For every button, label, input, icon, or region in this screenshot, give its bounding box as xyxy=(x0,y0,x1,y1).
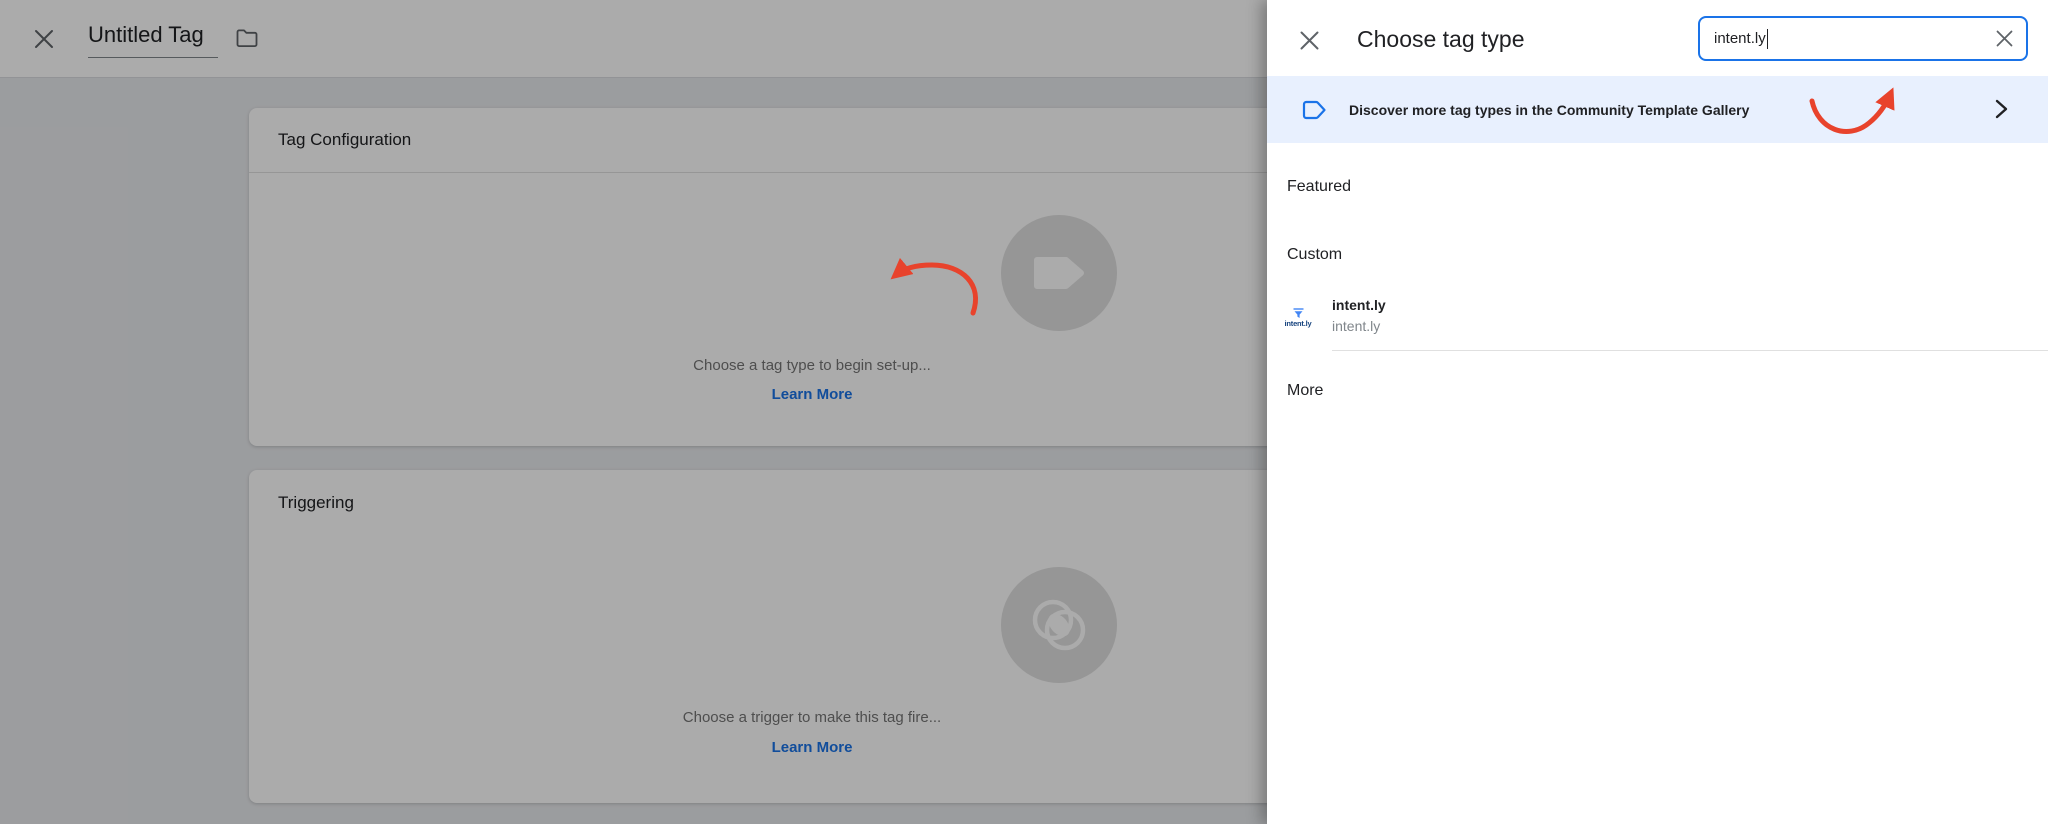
choose-tag-type-panel: Choose tag type intent.ly Discover more … xyxy=(1267,0,2048,824)
search-input-value: intent.ly xyxy=(1714,30,1766,47)
funnel-icon xyxy=(1293,308,1303,318)
section-featured: Featured xyxy=(1287,178,1352,195)
gallery-tag-icon xyxy=(1301,99,1327,121)
intently-logo: intent.ly xyxy=(1284,303,1312,333)
template-list-item-intently[interactable]: intent.ly intent.ly intent.ly xyxy=(1267,292,2048,351)
banner-text: Discover more tag types in the Community… xyxy=(1349,101,1750,118)
list-divider xyxy=(1332,350,2048,351)
clear-icon xyxy=(1996,30,2013,47)
close-panel-button[interactable] xyxy=(1296,27,1322,53)
panel-title: Choose tag type xyxy=(1357,26,1525,52)
modal-dim-overlay xyxy=(0,0,1267,824)
community-gallery-banner[interactable]: Discover more tag types in the Community… xyxy=(1267,76,2048,143)
search-input[interactable]: intent.ly xyxy=(1698,16,2028,61)
template-item-subtitle: intent.ly xyxy=(1332,318,1381,334)
search-clear-button[interactable] xyxy=(1995,29,2014,48)
section-custom: Custom xyxy=(1287,246,1343,263)
close-icon xyxy=(1300,31,1318,49)
template-item-title: intent.ly xyxy=(1332,297,1386,313)
section-more: More xyxy=(1287,382,1324,399)
gtm-tag-editor: Untitled Tag Tag Configuration Choose a … xyxy=(0,0,2048,824)
chevron-right-icon xyxy=(1992,98,2010,125)
text-caret xyxy=(1766,28,1769,49)
